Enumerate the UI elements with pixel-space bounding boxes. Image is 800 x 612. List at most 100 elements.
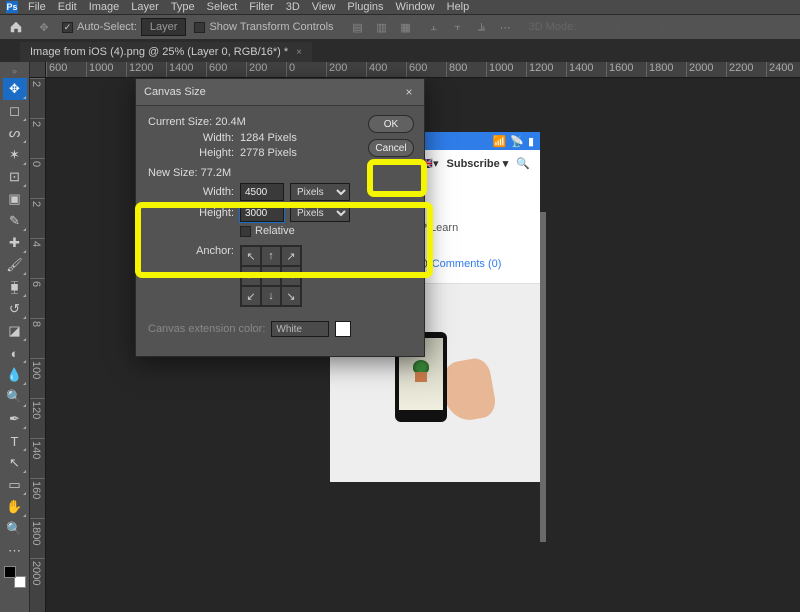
menu-view[interactable]: View [306, 1, 342, 13]
eyedropper-tool[interactable]: ✎ [3, 210, 27, 232]
align-mid-icon[interactable]: ⫟ [448, 17, 468, 37]
battery-icon: ▮ [528, 135, 534, 148]
overflow-icon[interactable]: ⋯ [500, 21, 511, 34]
new-width-input[interactable] [240, 183, 284, 201]
ruler-tick: 2000 [30, 558, 45, 598]
canvas-size-dialog: Canvas Size × Current Size: 20.4M Width:… [135, 78, 425, 357]
menu-file[interactable]: File [22, 1, 52, 13]
blur-tool[interactable]: 💧 [3, 364, 27, 386]
tab-close-icon[interactable]: × [296, 47, 302, 58]
height-unit-select[interactable]: Pixels [290, 204, 350, 222]
ruler-tick: 2 [30, 118, 45, 158]
hand-illustration [438, 356, 498, 424]
new-width-label: Width: [148, 186, 240, 198]
ruler-vertical: 220246810012014016018002000 [30, 78, 46, 612]
canvas-area: 6001000120014006002000200400600800100012… [30, 62, 800, 612]
auto-select-target[interactable]: Layer [141, 18, 187, 36]
anchor-ne[interactable]: ↗ [281, 246, 301, 266]
anchor-grid[interactable]: ↖ ↑ ↗ ← • → ↙ ↓ ↘ [240, 245, 302, 307]
crop-tool[interactable]: ⊡ [3, 166, 27, 188]
ruler-tick: 1200 [126, 62, 166, 77]
menu-window[interactable]: Window [390, 1, 441, 13]
eraser-tool[interactable]: ◪ [3, 320, 27, 342]
auto-select-checkbox[interactable]: ✓ [62, 22, 73, 33]
healing-tool[interactable]: ✚ [3, 232, 27, 254]
ruler-tick: 400 [366, 62, 406, 77]
path-tool[interactable]: ↖ [3, 452, 27, 474]
lasso-tool[interactable]: ᔕ [3, 122, 27, 144]
frame-tool[interactable]: ▣ [3, 188, 27, 210]
menu-image[interactable]: Image [83, 1, 126, 13]
dialog-close-icon[interactable]: × [402, 85, 416, 99]
menu-3d[interactable]: 3D [280, 1, 306, 13]
marquee-tool[interactable]: ◻ [3, 100, 27, 122]
align-top-icon[interactable]: ⫠ [424, 17, 444, 37]
ruler-tick: 0 [30, 158, 45, 198]
home-button[interactable] [6, 17, 26, 37]
stamp-tool[interactable]: ⧯ [3, 276, 27, 298]
new-height-label: Height: [148, 207, 240, 219]
ruler-tick: 1800 [646, 62, 686, 77]
mode3d-slide-icon: ⇔ [630, 17, 650, 37]
anchor-sw[interactable]: ↙ [241, 286, 261, 306]
ruler-tick: 1400 [166, 62, 206, 77]
menu-filter[interactable]: Filter [243, 1, 279, 13]
menu-help[interactable]: Help [441, 1, 476, 13]
ruler-tick: 0 [286, 62, 326, 77]
shape-tool[interactable]: ▭ [3, 474, 27, 496]
gradient-tool[interactable]: ◐ [3, 342, 27, 364]
swatches-fg-bg[interactable] [4, 566, 26, 588]
tools-panel: » ✥ ◻ ᔕ ✶ ⊡ ▣ ✎ ✚ 🖌 ⧯ ↺ ◪ ◐ 💧 🔍 ✒ T ↖ ▭ … [0, 62, 30, 612]
webpage-status-icons: 📶 📡 ▮ [493, 135, 534, 148]
anchor-e[interactable]: → [281, 266, 301, 286]
ruler-tick: 600 [206, 62, 246, 77]
menu-edit[interactable]: Edit [52, 1, 83, 13]
width-unit-select[interactable]: Pixels [290, 183, 350, 201]
ok-button[interactable]: OK [368, 115, 414, 133]
hand-tool[interactable]: ✋ [3, 496, 27, 518]
align-left-icon[interactable]: ▤ [348, 17, 368, 37]
comments-link: Comments (0) [432, 258, 502, 270]
toolbar-more-icon[interactable]: ⋯ [3, 540, 27, 562]
type-tool[interactable]: T [3, 430, 27, 452]
anchor-w[interactable]: ← [241, 266, 261, 286]
ruler-tick: 2400 [766, 62, 800, 77]
pen-tool[interactable]: ✒ [3, 408, 27, 430]
menu-type[interactable]: Type [165, 1, 201, 13]
menu-layer[interactable]: Layer [125, 1, 165, 13]
align-bot-icon[interactable]: ⫡ [472, 17, 492, 37]
zoom-tool[interactable]: 🔍 [3, 518, 27, 540]
document-tab[interactable]: Image from iOS (4).png @ 25% (Layer 0, R… [20, 42, 312, 62]
dodge-tool[interactable]: 🔍 [3, 386, 27, 408]
anchor-n[interactable]: ↑ [261, 246, 281, 266]
align-right-icon[interactable]: ▦ [396, 17, 416, 37]
anchor-nw[interactable]: ↖ [241, 246, 261, 266]
ruler-tick: 1400 [566, 62, 606, 77]
ext-color-label: Canvas extension color: [148, 323, 265, 335]
history-brush-tool[interactable]: ↺ [3, 298, 27, 320]
menu-plugins[interactable]: Plugins [341, 1, 389, 13]
ext-color-swatch[interactable] [335, 321, 351, 337]
new-height-input[interactable] [240, 204, 284, 222]
show-transform-checkbox[interactable] [194, 22, 205, 33]
scrollbar[interactable] [540, 212, 546, 542]
wand-tool[interactable]: ✶ [3, 144, 27, 166]
app-logo: Ps [6, 1, 18, 13]
move-tool[interactable]: ✥ [3, 78, 27, 100]
align-center-icon[interactable]: ▥ [372, 17, 392, 37]
ruler-tick: 2 [30, 198, 45, 238]
anchor-s[interactable]: ↓ [261, 286, 281, 306]
cancel-button[interactable]: Cancel [368, 139, 414, 157]
ruler-tick: 4 [30, 238, 45, 278]
ext-color-select[interactable]: White [271, 321, 329, 337]
ruler-tick: 2 [30, 78, 45, 118]
anchor-center[interactable]: • [261, 266, 281, 286]
ruler-tick: 1000 [486, 62, 526, 77]
mode3d-zoom-icon: ⊕ [653, 17, 673, 37]
anchor-se[interactable]: ↘ [281, 286, 301, 306]
toolbar-handle-icon[interactable]: » [12, 66, 17, 76]
brush-tool[interactable]: 🖌 [3, 254, 27, 276]
ruler-horizontal: 6001000120014006002000200400600800100012… [46, 62, 800, 78]
menu-select[interactable]: Select [201, 1, 244, 13]
relative-checkbox[interactable] [240, 226, 251, 237]
